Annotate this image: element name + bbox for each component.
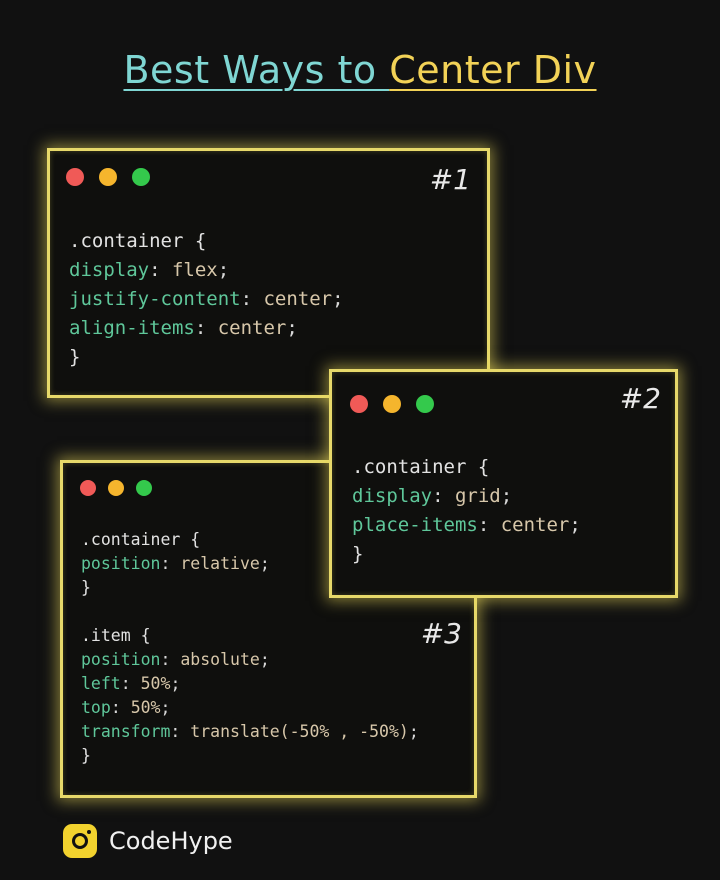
code-line: } bbox=[69, 343, 344, 372]
maximize-dot-icon bbox=[416, 395, 434, 413]
code-window-1: #1 .container {display: flex; justify-con… bbox=[47, 148, 490, 398]
code-punctuation: ; bbox=[569, 514, 581, 536]
code-value: center bbox=[263, 288, 333, 310]
minimize-dot-icon bbox=[383, 395, 401, 413]
code-property: position bbox=[81, 554, 161, 573]
code-property: transform bbox=[81, 722, 171, 741]
code-selector: .container { bbox=[352, 456, 490, 478]
page-title: Best Ways to Center Div bbox=[0, 48, 720, 92]
maximize-dot-icon bbox=[132, 168, 150, 186]
code-value: relative bbox=[180, 554, 260, 573]
code-punctuation: ; bbox=[500, 485, 513, 507]
code-punctuation: : bbox=[170, 722, 191, 741]
code-punctuation: : bbox=[120, 674, 141, 693]
code-property: left bbox=[81, 674, 121, 693]
code-property: position bbox=[81, 650, 161, 669]
code-line: .container { bbox=[69, 227, 344, 256]
code-value: 50% bbox=[130, 698, 161, 717]
code-line: top: 50%; bbox=[81, 696, 419, 720]
code-punctuation: ; bbox=[259, 554, 270, 573]
code-line: display: flex; bbox=[69, 256, 344, 285]
code-selector: } bbox=[352, 543, 364, 565]
code-value: grid bbox=[454, 485, 501, 507]
title-part-2: Center Div bbox=[389, 48, 597, 92]
code-line: display: grid; bbox=[352, 482, 581, 511]
code-punctuation: ; bbox=[286, 317, 298, 339]
window-number: #1 bbox=[429, 163, 471, 196]
code-punctuation: ; bbox=[170, 674, 181, 693]
code-value: absolute bbox=[180, 650, 260, 669]
close-dot-icon bbox=[80, 480, 96, 496]
code-selector: } bbox=[81, 746, 91, 765]
code-selector: } bbox=[69, 346, 81, 368]
code-line: align-items: center; bbox=[69, 314, 344, 343]
code-line: .container { bbox=[352, 453, 581, 482]
code-punctuation: : bbox=[477, 514, 501, 536]
code-punctuation: : bbox=[432, 485, 455, 507]
window-controls bbox=[66, 168, 150, 186]
close-dot-icon bbox=[350, 395, 368, 413]
maximize-dot-icon bbox=[136, 480, 152, 496]
title-part-1: Best Ways to bbox=[123, 48, 390, 92]
code-punctuation: : bbox=[160, 554, 181, 573]
window-controls bbox=[350, 395, 434, 413]
code-punctuation: : bbox=[160, 650, 181, 669]
code-line: place-items: center; bbox=[352, 511, 581, 540]
code-block: .container {display: grid; place-items: c… bbox=[352, 453, 581, 569]
code-property: display bbox=[352, 485, 433, 507]
code-property: top bbox=[81, 698, 111, 717]
code-window-2: #2 .container {display: grid; place-items… bbox=[329, 369, 678, 598]
minimize-dot-icon bbox=[108, 480, 124, 496]
window-number: #2 bbox=[619, 382, 661, 415]
camera-icon bbox=[63, 824, 97, 858]
code-selector: .container { bbox=[81, 530, 201, 549]
code-line: position: absolute; bbox=[81, 648, 419, 672]
code-punctuation: : bbox=[110, 698, 131, 717]
minimize-dot-icon bbox=[99, 168, 117, 186]
brand: CodeHype bbox=[63, 824, 233, 858]
close-dot-icon bbox=[66, 168, 84, 186]
code-line: left: 50%; bbox=[81, 672, 419, 696]
code-punctuation: ; bbox=[408, 722, 419, 741]
code-value: flex bbox=[171, 259, 218, 281]
code-selector: .container { bbox=[69, 230, 207, 252]
code-line: } bbox=[352, 540, 581, 569]
code-punctuation: ; bbox=[259, 650, 270, 669]
code-property: place-items bbox=[352, 514, 478, 536]
window-number: #3 bbox=[420, 617, 462, 650]
code-value: center bbox=[500, 514, 570, 536]
code-value: translate(-50% , -50%) bbox=[190, 722, 409, 741]
code-selector: .item { bbox=[81, 626, 151, 645]
code-line: justify-content: center; bbox=[69, 285, 344, 314]
brand-name: CodeHype bbox=[109, 827, 233, 855]
code-punctuation: ; bbox=[217, 259, 230, 281]
window-controls bbox=[80, 480, 152, 496]
code-punctuation: ; bbox=[332, 288, 344, 310]
code-block: .container {display: flex; justify-conten… bbox=[69, 227, 344, 372]
code-line: } bbox=[81, 744, 419, 768]
code-property: align-items bbox=[69, 317, 195, 339]
code-property: display bbox=[69, 259, 150, 281]
code-value: center bbox=[217, 317, 287, 339]
code-line: .item { bbox=[81, 624, 419, 648]
code-punctuation: ; bbox=[160, 698, 171, 717]
code-property: justify-content bbox=[69, 288, 241, 310]
code-selector: } bbox=[81, 578, 91, 597]
code-punctuation: : bbox=[194, 317, 218, 339]
code-value: 50% bbox=[140, 674, 171, 693]
code-punctuation: : bbox=[149, 259, 172, 281]
code-line: transform: translate(-50% , -50%); bbox=[81, 720, 419, 744]
code-punctuation: : bbox=[240, 288, 264, 310]
